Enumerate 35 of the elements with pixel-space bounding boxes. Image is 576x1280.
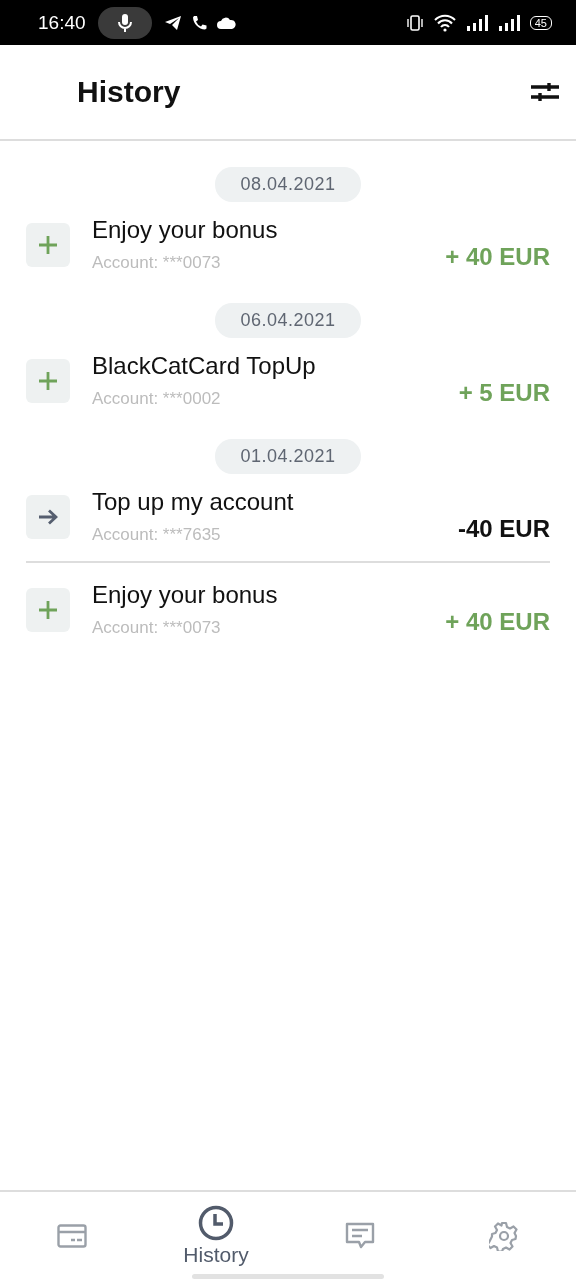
- chat-icon: [345, 1222, 375, 1250]
- signal-icon: [497, 14, 520, 31]
- date-label: 01.04.2021: [215, 439, 361, 474]
- account-number: Account: ***0073: [92, 253, 222, 273]
- vibrate-icon: [405, 13, 424, 32]
- plus-icon: [26, 222, 70, 267]
- amount: + 40 EUR: [445, 608, 550, 636]
- transaction-title: Enjoy your bonus: [92, 216, 279, 244]
- transaction-title: Enjoy your bonus: [92, 581, 279, 609]
- plus-icon: [26, 358, 70, 403]
- transaction-title: BlackCatCard TopUp: [92, 352, 317, 380]
- history-tab[interactable]: History: [144, 1205, 288, 1267]
- clock-icon: [198, 1205, 234, 1241]
- wifi-icon: [433, 13, 456, 32]
- account-number: Account: ***0073: [92, 618, 222, 638]
- account-number: Account: ***0002: [92, 389, 222, 409]
- cloud-icon: [216, 16, 236, 29]
- signal-icon: [465, 14, 488, 31]
- card-icon: [57, 1224, 87, 1248]
- account-number: Account: ***7635: [92, 525, 222, 545]
- paper-plane-icon: [163, 14, 182, 31]
- date-label: 06.04.2021: [215, 303, 361, 338]
- plus-icon: [26, 587, 70, 632]
- amount: + 5 EUR: [458, 379, 550, 407]
- amount: + 40 EUR: [445, 243, 550, 271]
- phone-icon: [191, 15, 207, 30]
- transaction-title: Top up my account: [92, 488, 295, 516]
- amount: -40 EUR: [457, 515, 550, 543]
- filter-icon[interactable]: [530, 80, 560, 104]
- clock: 16:40: [38, 11, 86, 34]
- date-label: 08.04.2021: [215, 167, 361, 202]
- microphone-icon: [97, 6, 152, 39]
- battery-level: 45: [529, 15, 552, 30]
- page-title: History: [77, 75, 182, 109]
- settings-icon: [489, 1221, 519, 1251]
